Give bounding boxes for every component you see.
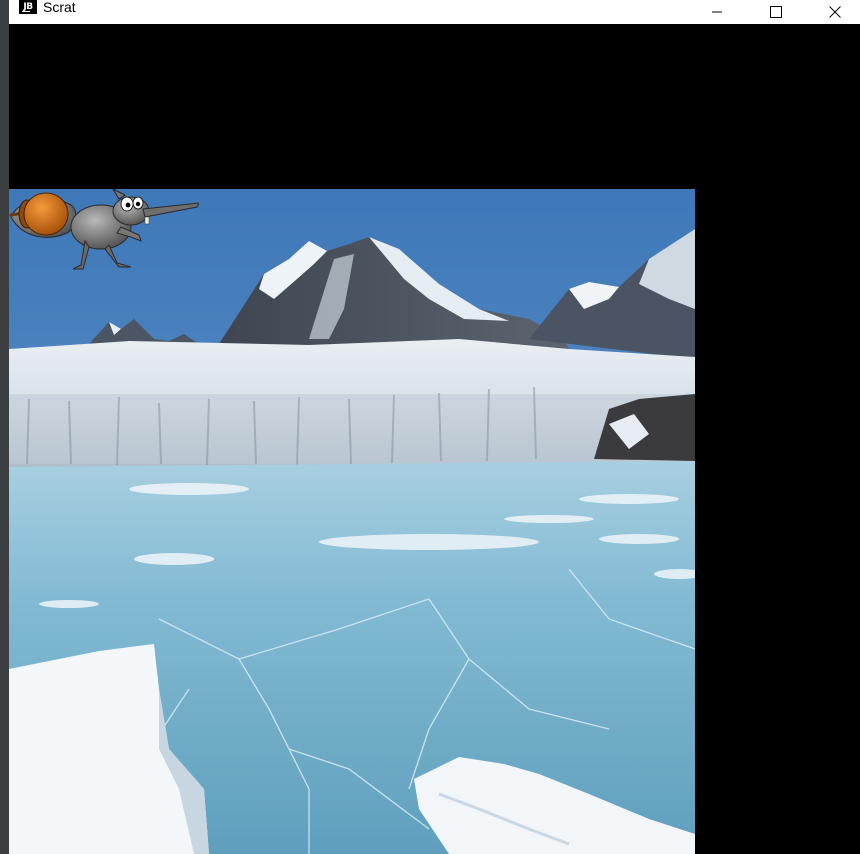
acorn[interactable] [9,189,71,239]
close-button[interactable] [812,0,858,24]
window-title: Scrat [43,0,76,15]
game-window: JB Scrat [9,0,860,854]
minimize-icon [712,11,722,13]
maximize-button[interactable] [753,0,799,24]
game-canvas[interactable] [9,24,860,854]
ide-edge [0,0,9,854]
title-bar[interactable]: JB Scrat [9,0,860,24]
maximize-icon [770,6,782,18]
app-icon: JB [19,0,37,14]
scene-background [9,189,695,854]
frozen-lake-image [9,189,695,854]
minimize-button[interactable] [694,0,740,24]
close-icon [829,6,841,18]
